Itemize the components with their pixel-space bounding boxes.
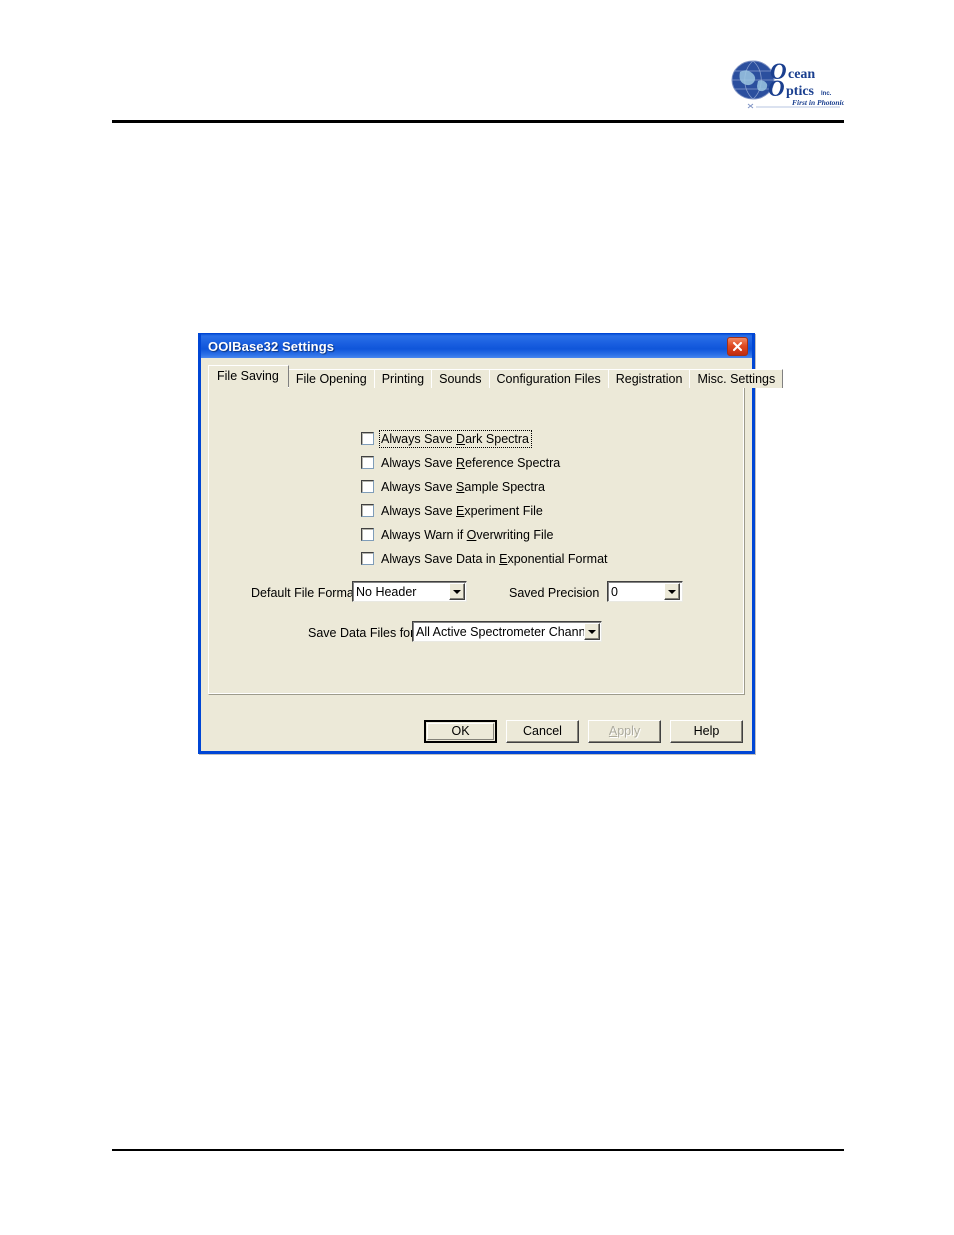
tab-sounds[interactable]: Sounds [431, 369, 490, 388]
checkbox-always-warn-if-overwriting-file[interactable]: Always Warn if Overwriting File [361, 527, 610, 542]
settings-tabs: File Saving File Opening Printing Sounds… [208, 365, 784, 388]
chevron-down-icon[interactable] [449, 583, 465, 600]
apply-button: Apply [588, 720, 661, 743]
dialog-titlebar[interactable]: OOIBase32 Settings [201, 333, 752, 358]
chevron-down-icon[interactable] [664, 583, 680, 600]
svg-text:cean: cean [788, 67, 815, 82]
saved-precision-label: Saved Precision [509, 586, 600, 600]
checkbox-always-save-data-in-exponential-format[interactable]: Always Save Data in Exponential Format [361, 551, 610, 566]
saved-precision-select[interactable]: 0 [607, 581, 683, 602]
default-file-format-select[interactable]: No Header [352, 581, 467, 602]
tab-registration[interactable]: Registration [607, 369, 691, 388]
checkbox-always-save-sample-spectra[interactable]: Always Save Sample Spectra [361, 479, 610, 494]
dialog-button-bar: OK Cancel Apply Help [201, 720, 752, 743]
header-rule [112, 120, 844, 123]
close-icon[interactable] [727, 336, 748, 356]
default-file-format-label: Default File Format [251, 586, 358, 600]
checkbox-label: Always Save Data in Exponential Format [381, 551, 608, 566]
checkbox-box[interactable] [361, 552, 374, 565]
save-data-files-for-select[interactable]: All Active Spectrometer Channels [412, 621, 602, 642]
checkbox-label: Always Save Dark Spectra [379, 429, 532, 448]
dialog-title: OOIBase32 Settings [208, 338, 335, 354]
checkbox-box[interactable] [361, 480, 374, 493]
file-saving-panel: Always Save Dark Spectra Always Save Ref… [208, 386, 745, 695]
checkbox-always-save-experiment-file[interactable]: Always Save Experiment File [361, 503, 610, 518]
footer-rule [112, 1149, 844, 1151]
checkbox-always-save-reference-spectra[interactable]: Always Save Reference Spectra [361, 455, 610, 470]
save-data-files-for-value: All Active Spectrometer Channels [416, 624, 584, 639]
panel-inner: Always Save Dark Spectra Always Save Ref… [209, 387, 744, 694]
checkbox-group: Always Save Dark Spectra Always Save Ref… [361, 429, 610, 575]
help-button[interactable]: Help [670, 720, 743, 743]
svg-text:ptics: ptics [786, 84, 815, 99]
ocean-optics-logo: O cean O ptics Inc. First in Photonics® [726, 54, 854, 112]
checkbox-label: Always Warn if Overwriting File [381, 527, 554, 542]
checkbox-label: Always Save Sample Spectra [381, 479, 545, 494]
default-file-format-value: No Header [356, 584, 417, 599]
tab-configuration-files[interactable]: Configuration Files [488, 369, 609, 388]
checkbox-box[interactable] [361, 504, 374, 517]
ooibase32-settings-dialog: OOIBase32 Settings File Saving File Open… [198, 333, 784, 754]
tab-printing[interactable]: Printing [373, 369, 433, 388]
ok-button[interactable]: OK [424, 720, 497, 743]
svg-text:First in Photonics®: First in Photonics® [792, 98, 844, 107]
chevron-down-icon[interactable] [584, 623, 600, 640]
checkbox-box[interactable] [361, 432, 374, 445]
save-data-files-for-label: Save Data Files for [308, 626, 415, 640]
checkbox-box[interactable] [361, 528, 374, 541]
checkbox-always-save-dark-spectra[interactable]: Always Save Dark Spectra [361, 429, 610, 448]
checkbox-label: Always Save Reference Spectra [381, 455, 561, 470]
svg-text:O: O [768, 76, 785, 101]
svg-text:Inc.: Inc. [821, 91, 832, 97]
tab-file-opening[interactable]: File Opening [287, 369, 375, 388]
ok-button-label: OK [427, 723, 494, 740]
tab-file-saving[interactable]: File Saving [208, 365, 289, 387]
checkbox-label: Always Save Experiment File [381, 503, 543, 518]
checkbox-box[interactable] [361, 456, 374, 469]
cancel-button[interactable]: Cancel [506, 720, 579, 743]
tab-misc-settings[interactable]: Misc. Settings [689, 369, 784, 388]
saved-precision-value: 0 [611, 584, 618, 599]
